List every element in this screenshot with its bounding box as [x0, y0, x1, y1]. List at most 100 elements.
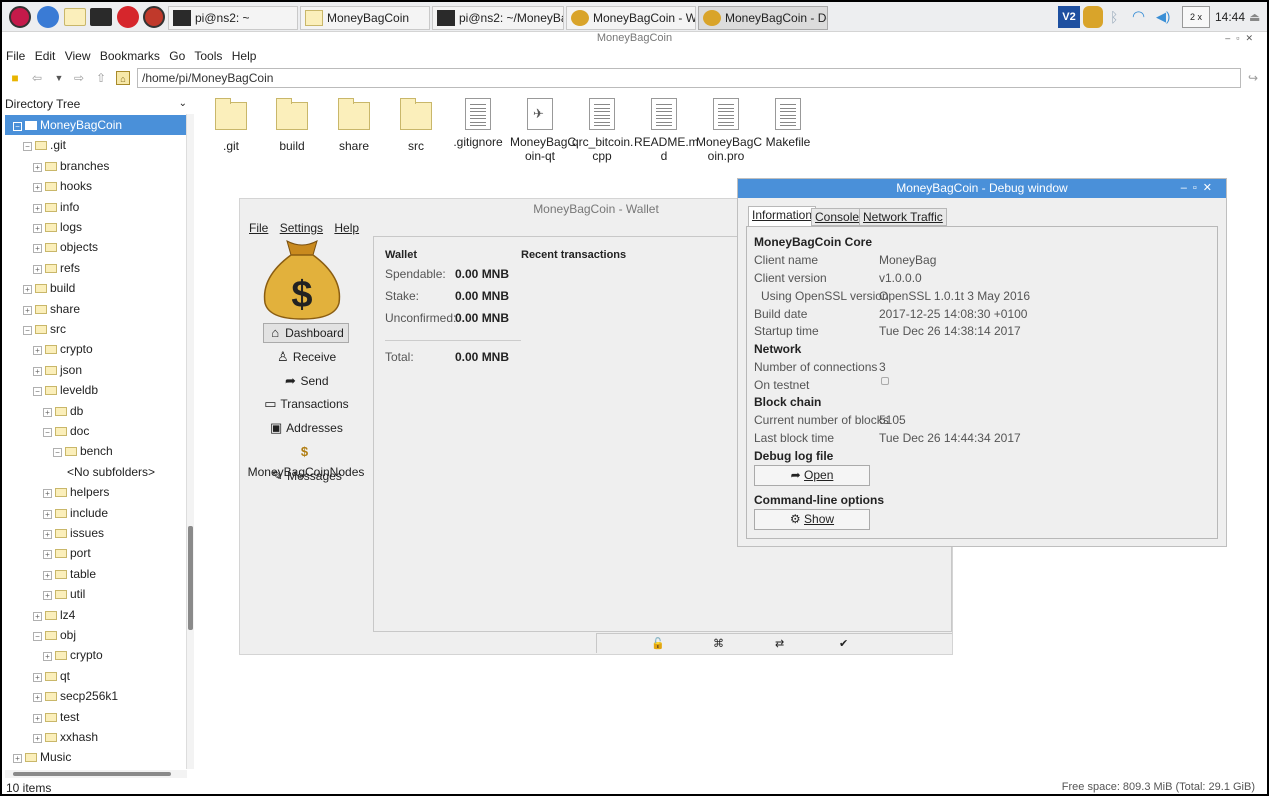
back-icon[interactable]: ⇦: [30, 71, 44, 85]
path-bar[interactable]: /home/pi/MoneyBagCoin: [137, 68, 1241, 88]
tree-item[interactable]: + lz4: [5, 605, 75, 625]
file-item[interactable]: Makefile: [758, 98, 818, 149]
scrollbar-thumb[interactable]: [13, 772, 171, 776]
expand-icon[interactable]: +: [23, 285, 32, 295]
nav-transactions[interactable]: ▭ Transactions: [240, 394, 372, 414]
file-item[interactable]: ✈ MoneyBagC oin-qt: [510, 98, 576, 163]
forward-icon[interactable]: ⇨: [72, 71, 86, 85]
file-item[interactable]: build: [262, 98, 322, 153]
tree-item[interactable]: − obj: [5, 625, 76, 645]
go-icon[interactable]: ↪: [1246, 71, 1260, 85]
collapse-icon[interactable]: −: [23, 326, 32, 335]
tree-item[interactable]: + logs: [5, 217, 82, 237]
lock-icon[interactable]: 🔓: [651, 637, 665, 650]
moneybag-tray-icon[interactable]: [1083, 6, 1103, 28]
collapse-icon[interactable]: −: [33, 632, 42, 641]
expand-icon[interactable]: +: [33, 366, 42, 376]
tree-item[interactable]: + util: [5, 584, 85, 604]
side-pane-selector[interactable]: Directory Tree ⌄: [5, 95, 191, 113]
tree-item[interactable]: − leveldb: [5, 380, 98, 400]
eject-icon[interactable]: ⏏: [1249, 6, 1263, 28]
show-cmdline-button[interactable]: ⚙ Show: [754, 509, 870, 530]
menu-edit[interactable]: Edit: [35, 49, 56, 63]
wallet-menu-settings[interactable]: Settings: [280, 221, 323, 235]
task-file-manager[interactable]: MoneyBagCoin: [300, 6, 430, 30]
expand-icon[interactable]: +: [33, 713, 42, 723]
expand-icon[interactable]: +: [33, 672, 42, 682]
expand-icon[interactable]: +: [43, 509, 52, 519]
vnc-icon[interactable]: V2: [1058, 6, 1080, 28]
expand-icon[interactable]: +: [43, 652, 52, 662]
tree-item[interactable]: + share: [5, 299, 80, 319]
tab-console[interactable]: Console: [811, 208, 864, 226]
debug-window-controls[interactable]: –▫✕: [1181, 179, 1218, 198]
expand-icon[interactable]: +: [33, 244, 42, 254]
workspace-switcher[interactable]: 2 x: [1182, 6, 1210, 28]
expand-icon[interactable]: +: [43, 530, 52, 539]
expand-icon[interactable]: +: [43, 591, 52, 601]
math-app-icon[interactable]: [117, 6, 139, 28]
tree-item[interactable]: + objects: [5, 237, 98, 257]
expand-icon[interactable]: +: [33, 346, 42, 356]
new-tab-icon[interactable]: ■: [8, 71, 22, 85]
file-item[interactable]: share: [324, 98, 384, 153]
task-terminal-project[interactable]: pi@ns2: ~/MoneyBa...: [432, 6, 564, 30]
tree-item[interactable]: + json: [5, 360, 82, 380]
expand-icon[interactable]: +: [23, 305, 32, 315]
task-terminal-home[interactable]: pi@ns2: ~: [168, 6, 298, 30]
expand-icon[interactable]: +: [43, 489, 52, 499]
staking-check-icon[interactable]: ✔: [839, 637, 848, 650]
tree-item[interactable]: + crypto: [5, 645, 103, 665]
tree-item[interactable]: + issues: [5, 523, 104, 543]
file-item[interactable]: README.m d: [634, 98, 699, 163]
terminal-launch-icon[interactable]: [90, 8, 112, 26]
tab-information[interactable]: Information: [748, 206, 817, 227]
open-debug-log-button[interactable]: ➦ Open: [754, 465, 870, 486]
file-item[interactable]: .git: [201, 98, 261, 153]
expand-icon[interactable]: +: [43, 570, 52, 580]
wallet-menu-help[interactable]: Help: [334, 221, 359, 235]
collapse-icon[interactable]: −: [43, 428, 52, 437]
expand-icon[interactable]: +: [33, 162, 42, 172]
tree-item[interactable]: + crypto: [5, 339, 93, 359]
expand-icon[interactable]: +: [33, 203, 42, 213]
tree-item[interactable]: + build: [5, 278, 75, 298]
expand-icon[interactable]: +: [33, 183, 42, 193]
file-item[interactable]: .gitignore: [448, 98, 508, 149]
menu-bookmarks[interactable]: Bookmarks: [100, 49, 160, 63]
collapse-icon[interactable]: −: [33, 387, 42, 397]
tree-item[interactable]: + qt: [5, 666, 70, 686]
expand-icon[interactable]: +: [33, 264, 42, 274]
expand-icon[interactable]: +: [43, 407, 52, 417]
sync-icon[interactable]: ⇄: [775, 637, 784, 650]
bluetooth-icon[interactable]: ᛒ: [1110, 6, 1122, 28]
menu-go[interactable]: Go: [169, 49, 185, 63]
wolfram-app-icon[interactable]: [143, 6, 165, 28]
nav-receive[interactable]: ♙ Receive: [240, 347, 372, 367]
tree-item[interactable]: + info: [5, 197, 79, 217]
scrollbar-thumb[interactable]: [188, 526, 193, 630]
nav-send[interactable]: ➦ Send: [240, 371, 372, 391]
tree-item[interactable]: + helpers: [5, 482, 109, 502]
web-browser-icon[interactable]: [37, 6, 59, 28]
window-controls[interactable]: –▫✕: [1225, 33, 1259, 44]
expand-icon[interactable]: +: [33, 224, 42, 233]
expand-icon[interactable]: +: [13, 754, 22, 764]
tree-item[interactable]: <No subfolders>: [5, 462, 155, 482]
collapse-icon[interactable]: −: [53, 448, 62, 458]
raspberry-menu-icon[interactable]: [9, 6, 31, 28]
file-manager-icon[interactable]: [64, 8, 86, 26]
file-item[interactable]: MoneyBagC oin.pro: [696, 98, 762, 163]
tree-item[interactable]: − MoneyBagCoin: [5, 115, 187, 135]
volume-icon[interactable]: ◀): [1156, 6, 1176, 28]
nav-messages[interactable]: ✎ Messages: [240, 466, 372, 486]
collapse-icon[interactable]: −: [23, 142, 32, 152]
menu-file[interactable]: File: [6, 49, 25, 63]
tree-item[interactable]: − doc: [5, 421, 89, 441]
tree-item[interactable]: − .git: [5, 135, 66, 155]
tree-item[interactable]: − src: [5, 319, 66, 339]
collapse-icon[interactable]: −: [13, 122, 22, 131]
expand-icon[interactable]: +: [33, 734, 42, 743]
task-wallet[interactable]: MoneyBagCoin - Wal...: [566, 6, 696, 30]
tree-item[interactable]: + include: [5, 503, 108, 523]
